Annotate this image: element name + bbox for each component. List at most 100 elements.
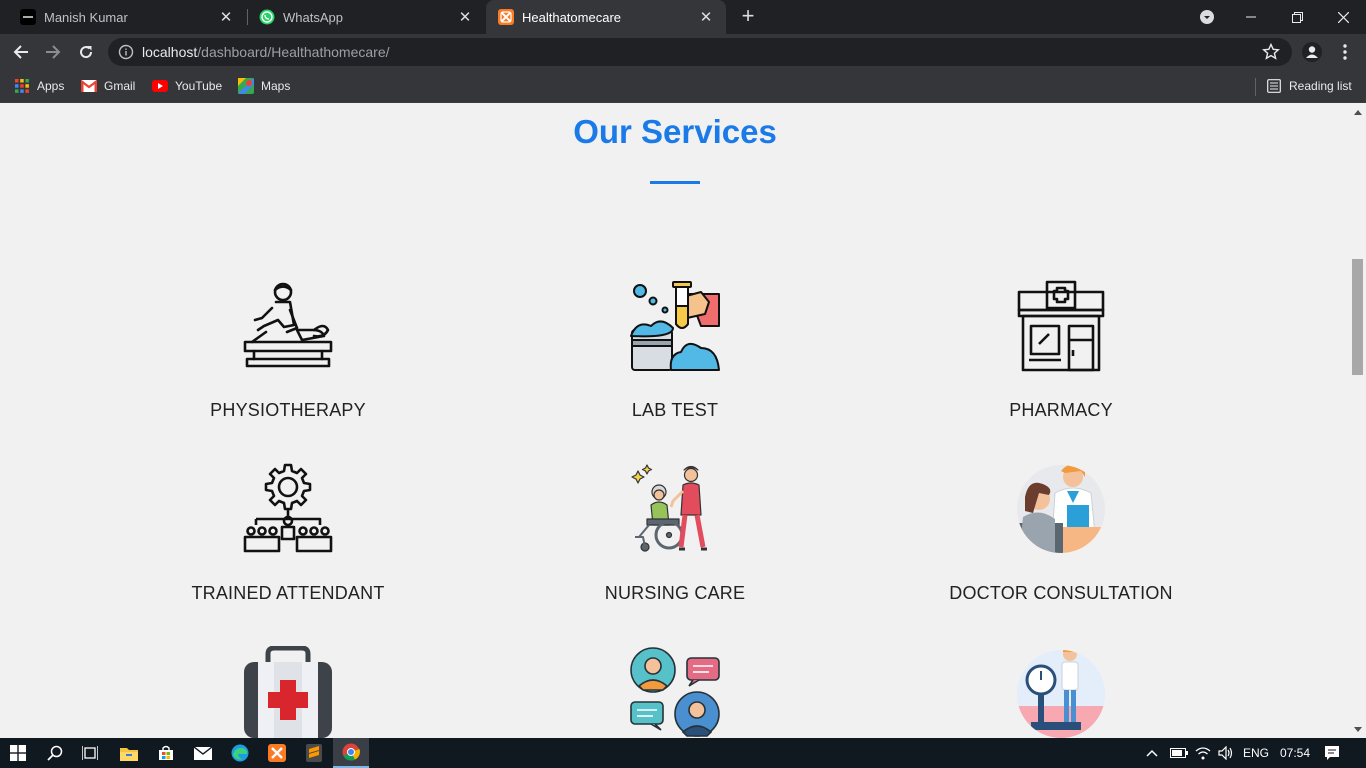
edge-button[interactable] — [222, 738, 258, 768]
service-label: TRAINED ATTENDANT — [191, 583, 385, 603]
arrow-left-icon — [13, 45, 28, 59]
mail-button[interactable] — [185, 738, 221, 768]
service-label: DOCTOR CONSULTATION — [949, 583, 1173, 603]
reload-button[interactable] — [71, 37, 101, 67]
info-icon[interactable] — [118, 44, 134, 60]
tab-whatsapp[interactable]: WhatsApp ✕ — [247, 0, 485, 34]
service-lab-test[interactable]: LAB TEST — [525, 280, 825, 421]
minimize-button[interactable] — [1228, 0, 1274, 34]
page-scrollbar[interactable] — [1350, 103, 1366, 738]
tab-title: Manish Kumar — [44, 9, 128, 25]
bookmark-gmail[interactable]: Gmail — [81, 76, 135, 96]
lab-test-icon — [630, 281, 720, 371]
service-label: PHYSIOTHERAPY — [210, 400, 366, 420]
chrome-taskbar-button[interactable] — [333, 738, 369, 768]
title-underline — [650, 181, 700, 184]
notifications-button[interactable] — [1324, 738, 1340, 768]
bookmark-youtube[interactable]: YouTube — [152, 76, 222, 96]
profile-icon — [1302, 42, 1322, 62]
xampp-taskbar-button[interactable] — [259, 738, 295, 768]
address-bar[interactable]: localhost/dashboard/Healthathomecare/ — [108, 38, 1292, 66]
close-icon[interactable]: ✕ — [457, 9, 473, 26]
bookmark-label: YouTube — [175, 79, 223, 93]
youtube-icon — [152, 78, 168, 94]
service-doctor-consultation[interactable]: DOCTOR CONSULTATION — [911, 463, 1211, 604]
page-content: Our Services PHYSIOTHERAPY LAB TEST PHAR… — [0, 103, 1350, 738]
service-physiotherapy[interactable]: PHYSIOTHERAPY — [138, 280, 438, 421]
service-pharmacy[interactable]: PHARMACY — [911, 280, 1211, 421]
volume-control[interactable] — [1218, 738, 1234, 768]
chevron-up-icon — [1146, 749, 1158, 757]
bookmarks-bar: Apps Gmail YouTube Maps Reading list — [0, 70, 1366, 103]
task-view-icon — [82, 746, 98, 760]
gmail-icon — [81, 78, 97, 94]
close-icon[interactable]: ✕ — [218, 9, 234, 26]
scrollbar-thumb[interactable] — [1352, 259, 1363, 375]
language-indicator[interactable]: ENG — [1243, 738, 1269, 768]
service-trained-attendant[interactable]: TRAINED ATTENDANT — [138, 463, 438, 604]
restore-button[interactable] — [1274, 0, 1320, 34]
service-first-aid[interactable] — [138, 646, 438, 738]
battery-icon — [1170, 748, 1188, 758]
new-tab-button[interactable]: + — [736, 5, 760, 29]
battery-status[interactable] — [1170, 738, 1188, 768]
sublime-button[interactable] — [296, 738, 332, 768]
back-button[interactable] — [6, 37, 36, 67]
chevron-down-icon — [1200, 10, 1214, 24]
scroll-down-arrow-icon[interactable] — [1354, 727, 1362, 732]
network-status[interactable] — [1195, 738, 1211, 768]
close-icon[interactable]: ✕ — [698, 9, 714, 26]
tray-overflow-button[interactable] — [1146, 738, 1158, 768]
trained-attendant-icon — [243, 463, 333, 553]
service-label: NURSING CARE — [604, 583, 746, 603]
kebab-menu-icon — [1343, 44, 1347, 60]
bookmarks-separator — [1255, 78, 1256, 96]
task-view-button[interactable] — [72, 738, 108, 768]
bookmark-label: Apps — [37, 79, 65, 93]
clock[interactable]: 07:54 — [1280, 738, 1310, 768]
bookmark-label: Gmail — [104, 79, 136, 93]
tab-title: Healthatomecare — [522, 9, 621, 25]
reload-icon — [80, 46, 93, 59]
reading-list-icon — [1266, 78, 1282, 94]
bookmark-star-icon[interactable] — [1262, 43, 1280, 61]
bookmark-label: Maps — [261, 79, 291, 93]
speaker-icon — [1218, 746, 1233, 760]
whatsapp-icon — [259, 9, 275, 25]
notification-icon — [1325, 746, 1339, 760]
close-window-button[interactable] — [1320, 0, 1366, 34]
physiotherapy-icon — [243, 282, 333, 368]
scroll-up-arrow-icon[interactable] — [1354, 110, 1362, 115]
file-explorer-button[interactable] — [111, 738, 147, 768]
profile-button[interactable] — [1297, 37, 1327, 67]
tab-strip: Manish Kumar ✕ WhatsApp ✕ Healthatomecar… — [0, 0, 1366, 34]
service-nursing-care[interactable]: NURSING CARE — [525, 463, 825, 604]
search-icon — [47, 745, 63, 761]
reading-list-label: Reading list — [1289, 79, 1352, 93]
url-host: localhost — [142, 44, 198, 60]
arrow-right-icon — [46, 45, 61, 59]
start-button[interactable] — [0, 738, 36, 768]
search-button[interactable] — [37, 738, 73, 768]
reading-list-button[interactable]: Reading list — [1266, 76, 1352, 96]
bookmark-maps[interactable]: Maps — [238, 76, 290, 96]
first-aid-kit-icon — [244, 646, 332, 738]
tab-search-button[interactable] — [1184, 0, 1230, 34]
service-chat-consult[interactable] — [525, 646, 825, 738]
browser-toolbar: localhost/dashboard/Healthathomecare/ — [0, 34, 1366, 70]
forward-button[interactable] — [38, 37, 68, 67]
maps-icon — [238, 78, 254, 94]
chat-consult-icon — [630, 647, 720, 737]
weight-scale-icon — [1017, 650, 1105, 738]
store-button[interactable] — [148, 738, 184, 768]
apps-grid-icon — [14, 78, 30, 94]
menu-button[interactable] — [1330, 37, 1360, 67]
tab-manish-kumar[interactable]: Manish Kumar ✕ — [8, 0, 246, 34]
chrome-icon — [342, 743, 360, 761]
bookmark-apps[interactable]: Apps — [14, 76, 64, 96]
tab-healthatomecare[interactable]: Healthatomecare ✕ — [486, 0, 726, 34]
service-label: LAB TEST — [631, 400, 719, 420]
mail-icon — [194, 746, 212, 760]
wifi-icon — [1195, 747, 1211, 760]
service-weight-check[interactable] — [911, 646, 1211, 738]
